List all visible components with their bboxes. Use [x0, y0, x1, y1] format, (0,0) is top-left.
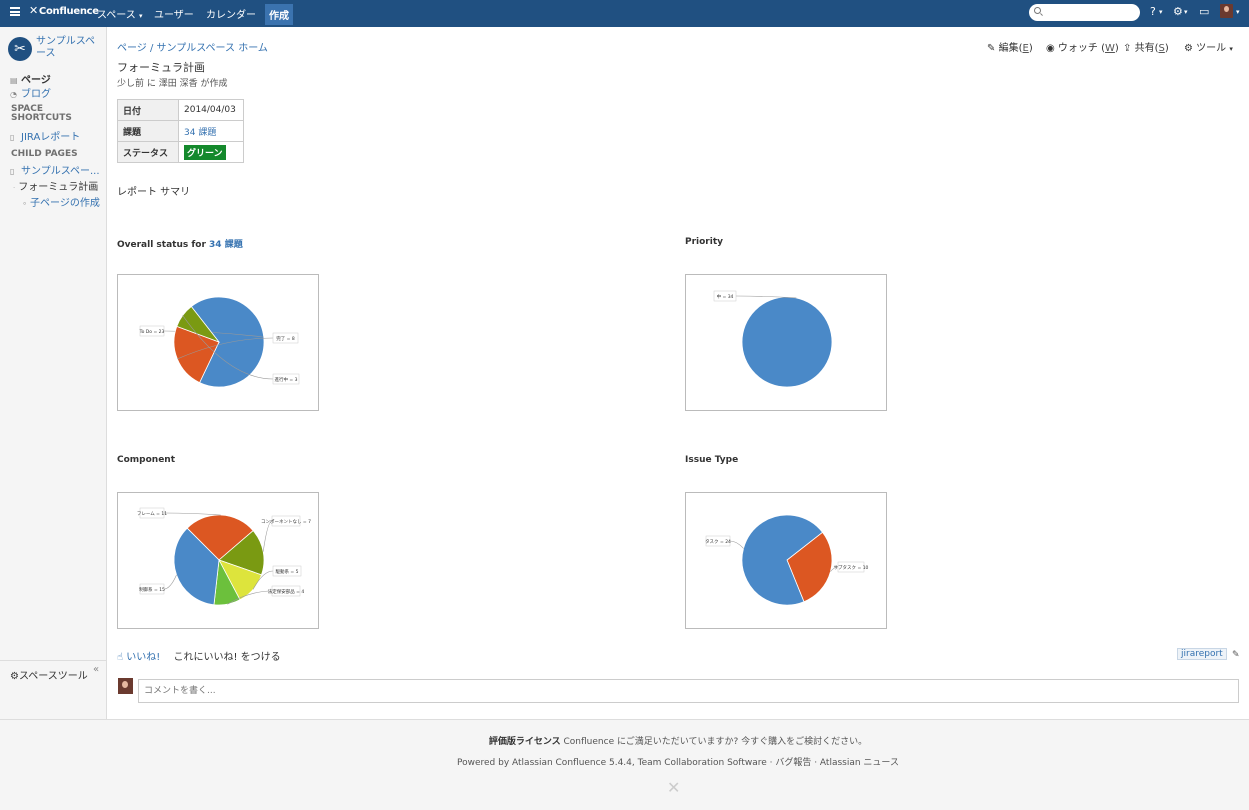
settings-caret-icon[interactable]: ▾: [1184, 8, 1188, 16]
top-navigation: ✕Confluence スペース ▾ ユーザー カレンダー 作成 ? ▾ ⚙ ▾…: [0, 0, 1249, 27]
shortcuts-heading: SPACE SHORTCUTS: [11, 104, 72, 123]
priority-chart: 中 = 34: [685, 274, 887, 411]
edit-button[interactable]: ✎ 編集(E): [987, 39, 1033, 54]
eye-icon: ◉: [1046, 43, 1055, 54]
status-badge: グリーン: [184, 144, 226, 160]
watch-button[interactable]: ◉ ウォッチ (W): [1046, 39, 1119, 54]
sidebar-item-jira-report[interactable]: ▯ JIRAレポート: [10, 128, 80, 143]
property-value: 2014/04/03: [178, 99, 244, 121]
license-notice: 評価版ライセンス Confluence にご満足いただいていますか? 今すぐ購入…: [488, 737, 868, 747]
help-icon[interactable]: ?: [1150, 5, 1156, 18]
pie-label: 中 = 34: [717, 293, 734, 300]
tools-menu[interactable]: ⚙ ツール ▾: [1184, 39, 1233, 54]
gear-icon[interactable]: ⚙: [1173, 5, 1183, 18]
child-pages-heading: CHILD PAGES: [11, 149, 78, 159]
sidebar-item-pages[interactable]: ▤ ページ: [10, 71, 51, 86]
pie-label: 完了 = 8: [276, 335, 295, 342]
pie-label: 法定保安部品 = 4: [268, 588, 305, 595]
overall-issues-link[interactable]: 34 課題: [209, 240, 243, 250]
table-row: ステータス グリーン: [117, 141, 244, 163]
property-key: ステータス: [117, 141, 179, 163]
sidebar: ✂ サンプルスペース ▤ ページ ◔ ブログ SPACE SHORTCUTS ▯ JI…: [0, 27, 107, 719]
pencil-icon: ✎: [987, 43, 996, 54]
table-row: 日付 2014/04/03: [117, 99, 244, 121]
pie-leader-line: [262, 520, 273, 552]
document-icon: ▯: [10, 133, 15, 142]
nav-people[interactable]: ユーザー: [154, 6, 194, 21]
label-tag[interactable]: jirareport: [1177, 648, 1227, 660]
overall-status-chart: To Do = 23 完了 = 8 進行中 = 3: [117, 274, 319, 411]
table-row: 課題 34 課題: [117, 120, 244, 142]
page-properties-table: 日付 2014/04/03 課題 34 課題 ステータス グリーン: [117, 99, 244, 163]
like-row: ☝ いいね! これにいいね! をつける: [117, 648, 281, 663]
space-name[interactable]: サンプルスペース: [36, 36, 100, 60]
pie-label: サブタスク = 10: [834, 564, 869, 571]
share-button[interactable]: ⇪ 共有(S): [1123, 39, 1169, 54]
sidebar-item-current-page[interactable]: · フォーミュラ計画: [13, 178, 98, 193]
page-title: フォーミュラ計画: [117, 61, 205, 74]
pie-leader-line: [163, 574, 177, 590]
like-prompt: これにいいね! をつける: [173, 652, 281, 663]
issue-type-chart-title: Issue Type: [685, 455, 739, 465]
collapse-sidebar-icon[interactable]: «: [93, 664, 99, 675]
property-value: 34 課題: [178, 120, 244, 142]
overall-status-chart-title: Overall status for 34 課題: [117, 240, 243, 250]
issue-type-chart: サブタスク = 10 タスク = 24: [685, 492, 887, 629]
search-icon: [1034, 7, 1041, 14]
pages-icon: ▤: [10, 76, 18, 85]
notifications-icon[interactable]: ▭: [1199, 5, 1209, 18]
powered-by: Powered by Atlassian Confluence 5.4.4, T…: [457, 758, 899, 768]
confluence-logo[interactable]: ✕Confluence: [29, 4, 99, 17]
pie-leader-line: [163, 512, 221, 516]
nav-spaces[interactable]: スペース ▾: [97, 6, 143, 21]
help-caret-icon[interactable]: ▾: [1159, 8, 1163, 16]
property-key: 課題: [117, 120, 179, 142]
sidebar-item-blog[interactable]: ◔ ブログ: [10, 85, 51, 100]
pie-label: To Do = 23: [139, 329, 165, 335]
like-button[interactable]: ☝ いいね!: [117, 652, 160, 663]
report-summary-heading: レポート サマリ: [117, 187, 191, 198]
footer: 評価版ライセンス Confluence にご満足いただいていますか? 今すぐ購入…: [0, 719, 1249, 810]
pie-leader-line: [729, 540, 744, 549]
pie-label: タスク = 24: [705, 538, 731, 545]
pie-label: 駆動系 = 5: [276, 568, 299, 575]
pie-label: コンポーネントなし = 7: [261, 518, 311, 525]
comment-input[interactable]: [138, 679, 1239, 703]
commenter-avatar: [118, 678, 133, 694]
page-byline: 少し前 に 澤田 深香 が作成: [117, 79, 228, 89]
component-chart-title: Component: [117, 455, 176, 465]
pie-label: フレーム = 11: [137, 511, 167, 517]
tools-gear-icon: ⚙: [1184, 43, 1193, 54]
share-icon: ⇪: [1123, 43, 1132, 54]
component-chart: フレーム = 11 コンポーネントなし = 7 駆動系 = 5 法定保安部品 = 4 制…: [117, 492, 319, 629]
space-logo[interactable]: ✂: [8, 37, 32, 61]
pie-label: 制御系 = 15: [139, 586, 165, 593]
property-value: グリーン: [178, 141, 244, 163]
create-button[interactable]: 作成: [265, 4, 293, 25]
sidebar-item-parent-page[interactable]: ▯ サンプルスペー...: [10, 162, 100, 177]
edit-labels-icon[interactable]: ✎: [1232, 650, 1240, 660]
issues-link[interactable]: 34 課題: [184, 128, 216, 138]
page-tree-icon: ▯: [10, 167, 15, 176]
pie-label: 進行中 = 3: [275, 376, 298, 383]
priority-chart-title: Priority: [685, 237, 723, 247]
rss-icon: ◔: [10, 90, 17, 99]
property-key: 日付: [117, 99, 179, 121]
menu-icon[interactable]: [10, 7, 20, 16]
main-content: ページ / サンプルスペース ホーム ✎ 編集(E) ◉ ウォッチ (W) ⇪ …: [107, 27, 1249, 719]
user-caret-icon[interactable]: ▾: [1236, 8, 1240, 16]
thumbs-up-icon: ☝: [117, 652, 124, 663]
space-tools-gear-icon: ⚙: [10, 671, 19, 682]
nav-calendar[interactable]: カレンダー: [206, 6, 256, 21]
pie-slice: [741, 296, 833, 388]
create-child-page-link[interactable]: ∘ 子ページの作成: [22, 194, 100, 209]
user-avatar[interactable]: [1220, 4, 1233, 18]
search-input[interactable]: [1029, 4, 1140, 21]
space-tools[interactable]: ⚙スペースツール «: [0, 660, 106, 690]
breadcrumb[interactable]: ページ / サンプルスペース ホーム: [117, 39, 268, 54]
footer-logo-icon: ✕: [667, 778, 681, 797]
